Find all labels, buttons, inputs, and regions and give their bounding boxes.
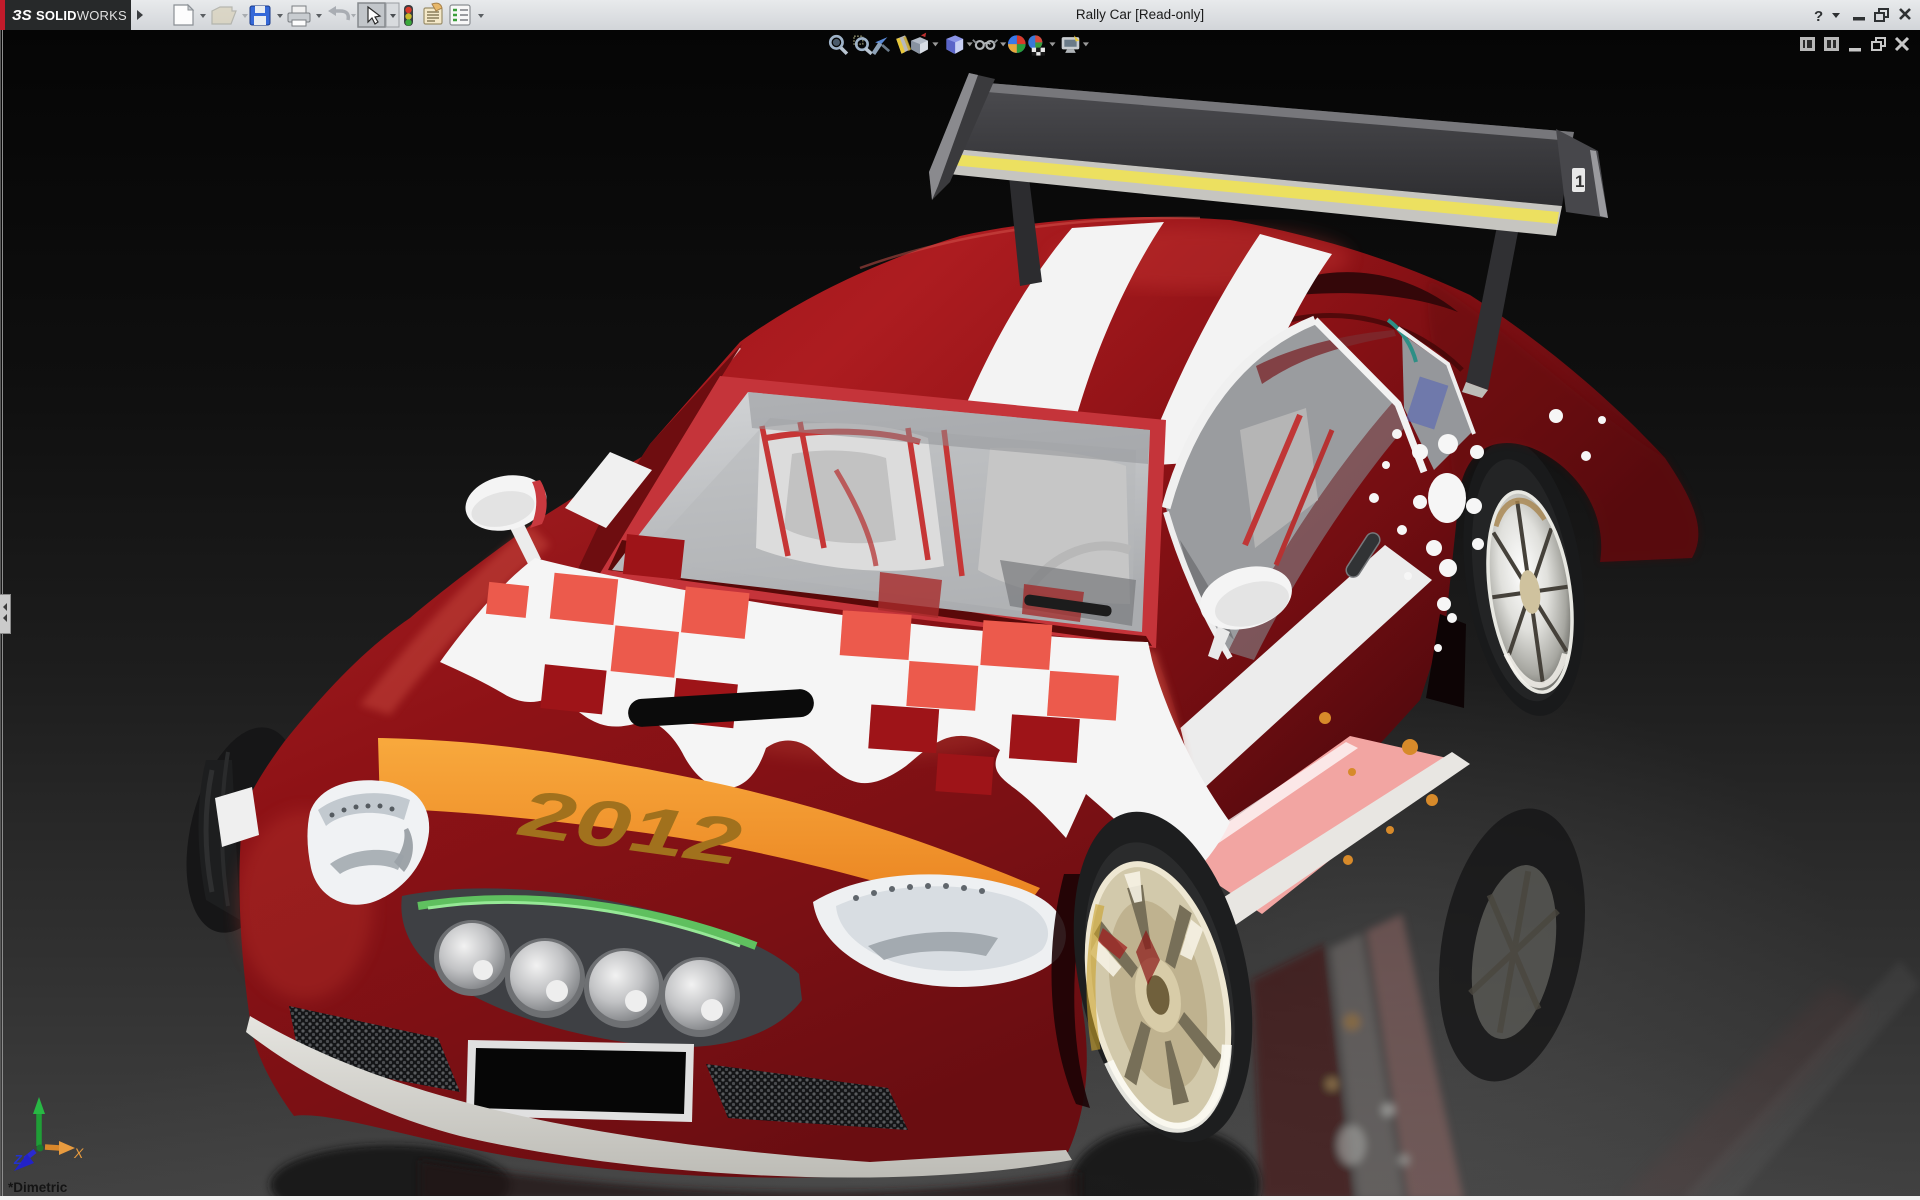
svg-text:Z: Z: [13, 1152, 23, 1167]
svg-text:ЗS: ЗS: [12, 7, 32, 24]
svg-text:X: X: [73, 1145, 84, 1161]
svg-text:SOLIDWORKS: SOLIDWORKS: [36, 8, 127, 23]
svg-text:?: ?: [1814, 8, 1823, 25]
svg-text:1: 1: [1575, 172, 1584, 191]
